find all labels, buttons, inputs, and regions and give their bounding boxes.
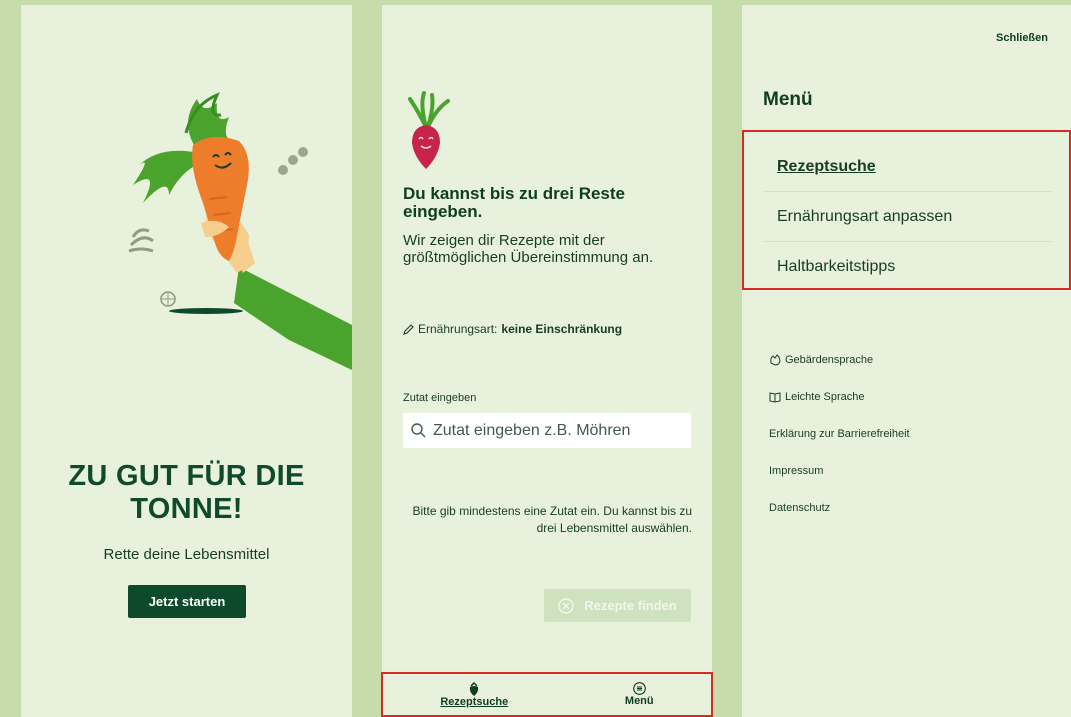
search-heading: Du kannst bis zu drei Reste eingeben. bbox=[403, 184, 625, 221]
beet-illustration bbox=[408, 91, 450, 169]
link-sign-language[interactable]: Gebärdensprache bbox=[769, 341, 910, 378]
ingredient-field-label: Zutat eingeben bbox=[403, 392, 477, 404]
ingredient-search-box[interactable] bbox=[403, 413, 691, 448]
link-privacy[interactable]: Datenschutz bbox=[769, 489, 910, 526]
secondary-links: Gebärdensprache Leichte Sprache Erklärun… bbox=[769, 341, 910, 526]
close-menu-link[interactable]: Schließen bbox=[996, 32, 1048, 44]
link-sign-language-label: Gebärdensprache bbox=[785, 353, 874, 366]
start-button[interactable]: Jetzt starten bbox=[128, 585, 246, 618]
menu-highlight-box bbox=[742, 130, 1071, 290]
link-imprint[interactable]: Impressum bbox=[769, 452, 910, 489]
menu-screen: Schließen Menü Rezeptsuche Ernährungsart… bbox=[742, 5, 1071, 717]
find-recipes-button[interactable]: Rezepte finden bbox=[544, 589, 691, 622]
find-recipes-label: Rezepte finden bbox=[584, 598, 677, 613]
welcome-subtitle: Rette deine Lebensmittel bbox=[103, 546, 270, 563]
ingredient-hint: Bitte gib mindestens eine Zutat ein. Du … bbox=[412, 504, 693, 535]
pencil-icon bbox=[403, 323, 414, 335]
diet-value: keine Einschränkung bbox=[501, 322, 623, 336]
link-easy-language-label: Leichte Sprache bbox=[785, 390, 865, 403]
search-screen: Du kannst bis zu drei Reste eingeben. Wi… bbox=[382, 5, 712, 717]
link-easy-language[interactable]: Leichte Sprache bbox=[769, 378, 910, 415]
welcome-screen: ZU GUT FÜR DIE TONNE! Rette deine Lebens… bbox=[21, 5, 352, 717]
welcome-title: ZU GUT FÜR DIE TONNE! bbox=[68, 460, 305, 525]
close-circle-icon bbox=[558, 597, 574, 614]
search-description: Wir zeigen dir Rezepte mit der größtmögl… bbox=[403, 232, 654, 266]
book-icon bbox=[769, 391, 781, 403]
diet-setting[interactable]: Ernährungsart: keine Einschränkung bbox=[403, 322, 622, 336]
carrot-hand-illustration bbox=[128, 92, 352, 370]
menu-title: Menü bbox=[763, 89, 813, 110]
nav-highlight-box bbox=[381, 672, 713, 717]
search-icon bbox=[411, 423, 426, 438]
ingredient-search-input[interactable] bbox=[433, 421, 673, 440]
sign-language-icon bbox=[770, 353, 781, 366]
link-accessibility[interactable]: Erklärung zur Barrierefreiheit bbox=[769, 415, 910, 452]
diet-label: Ernährungsart: bbox=[418, 322, 498, 336]
